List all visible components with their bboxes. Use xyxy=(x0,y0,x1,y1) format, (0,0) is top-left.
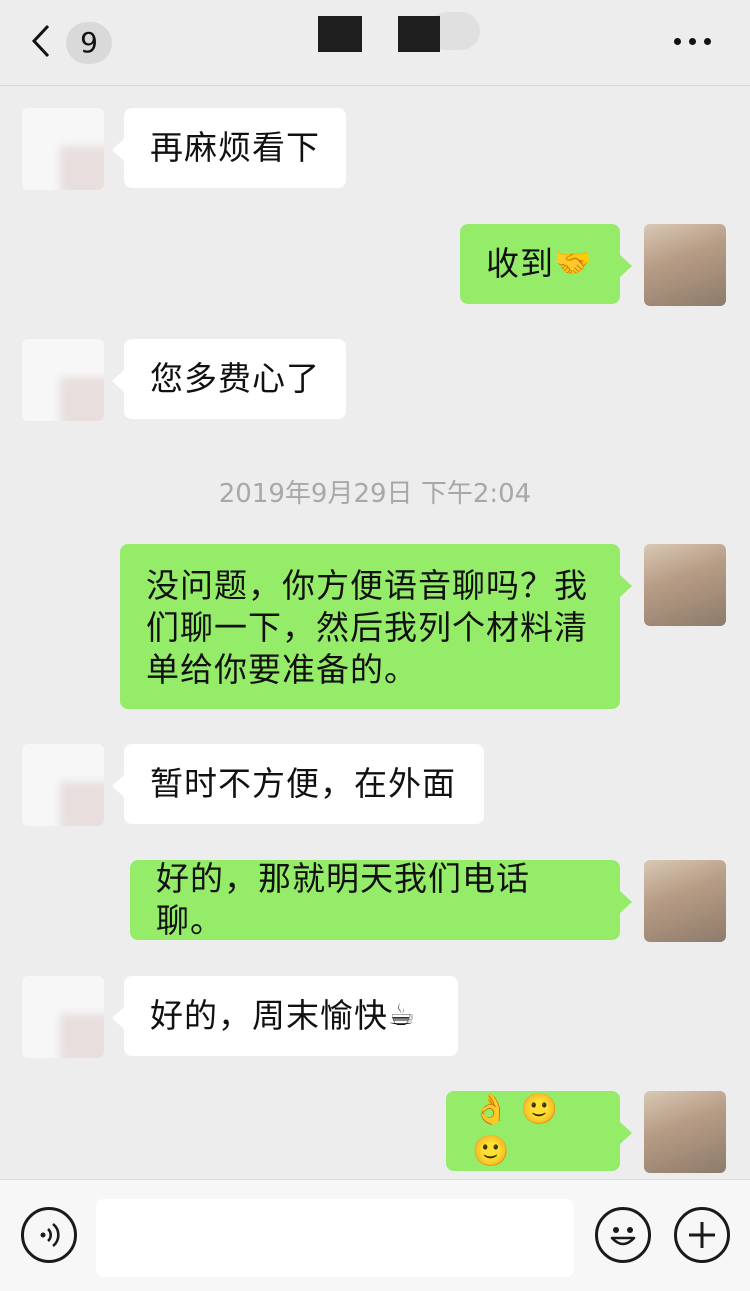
ellipsis-icon xyxy=(674,38,681,45)
unread-count-badge: 9 xyxy=(66,22,112,64)
my-avatar[interactable] xyxy=(644,1091,726,1173)
voice-input-button[interactable] xyxy=(21,1207,77,1263)
back-button[interactable]: 9 xyxy=(26,18,116,68)
redacted-title-block xyxy=(398,16,440,52)
emoji-button[interactable] xyxy=(595,1207,651,1263)
message-bubble-outgoing[interactable]: 收到 🤝 xyxy=(460,224,632,304)
emoji-face-icon xyxy=(610,1227,636,1246)
message-text: 再麻烦看下 xyxy=(150,128,320,167)
message-text-line: 没问题，你方便语音聊吗？我 xyxy=(146,566,588,605)
message-bubble-outgoing[interactable]: 好的，那就明天我们电话聊。 xyxy=(130,859,632,940)
message-text: 您多费心了 xyxy=(150,359,320,398)
message-bubble-outgoing[interactable]: 没问题，你方便语音聊吗？我 们聊一下，然后我列个材料清 单给你要准备的。 xyxy=(120,544,632,709)
message-input[interactable] xyxy=(96,1199,574,1277)
message-bubble-incoming[interactable]: 暂时不方便，在外面 xyxy=(112,744,484,824)
plus-icon xyxy=(689,1222,715,1248)
handshake-emoji-icon: 🤝 xyxy=(554,246,593,281)
chat-header: 9 xyxy=(0,0,750,86)
message-bubble-outgoing[interactable]: 👌 🙂 🙂 xyxy=(446,1091,632,1171)
chevron-left-icon xyxy=(31,24,50,58)
message-text-line: 单给你要准备的。 xyxy=(146,650,418,689)
ellipsis-dot xyxy=(704,38,711,45)
message-text: 好的，周末愉快 xyxy=(150,996,388,1035)
contact-avatar[interactable] xyxy=(22,108,104,190)
contact-avatar[interactable] xyxy=(22,339,104,421)
coffee-emoji-icon: ☕ xyxy=(388,998,416,1033)
input-toolbar xyxy=(0,1179,750,1291)
contact-avatar[interactable] xyxy=(22,976,104,1058)
message-text: 暂时不方便，在外面 xyxy=(150,764,456,803)
ok-hand-smiley-emoji-icon: 👌 🙂 🙂 xyxy=(472,1092,560,1169)
message-list[interactable]: 再麻烦看下 收到 🤝 您多费心了 2019年9月29日 下午2:04 没问题，你方… xyxy=(0,87,750,1179)
message-bubble-incoming[interactable]: 您多费心了 xyxy=(112,339,346,419)
my-avatar[interactable] xyxy=(644,224,726,306)
my-avatar[interactable] xyxy=(644,860,726,942)
redacted-title-block xyxy=(318,16,362,52)
more-functions-button[interactable] xyxy=(674,1207,730,1263)
message-bubble-incoming[interactable]: 好的，周末愉快 ☕ xyxy=(112,976,458,1056)
contact-avatar[interactable] xyxy=(22,744,104,826)
message-text-line: 们聊一下，然后我列个材料清 xyxy=(146,608,588,647)
more-options-button[interactable] xyxy=(670,30,720,54)
message-text: 收到 xyxy=(486,244,554,283)
message-text: 好的，那就明天我们电话聊。 xyxy=(156,859,530,940)
message-bubble-incoming[interactable]: 再麻烦看下 xyxy=(112,108,346,188)
ellipsis-dot xyxy=(689,38,696,45)
message-timestamp: 2019年9月29日 下午2:04 xyxy=(218,479,532,509)
voice-icon xyxy=(40,1222,60,1248)
my-avatar[interactable] xyxy=(644,544,726,626)
